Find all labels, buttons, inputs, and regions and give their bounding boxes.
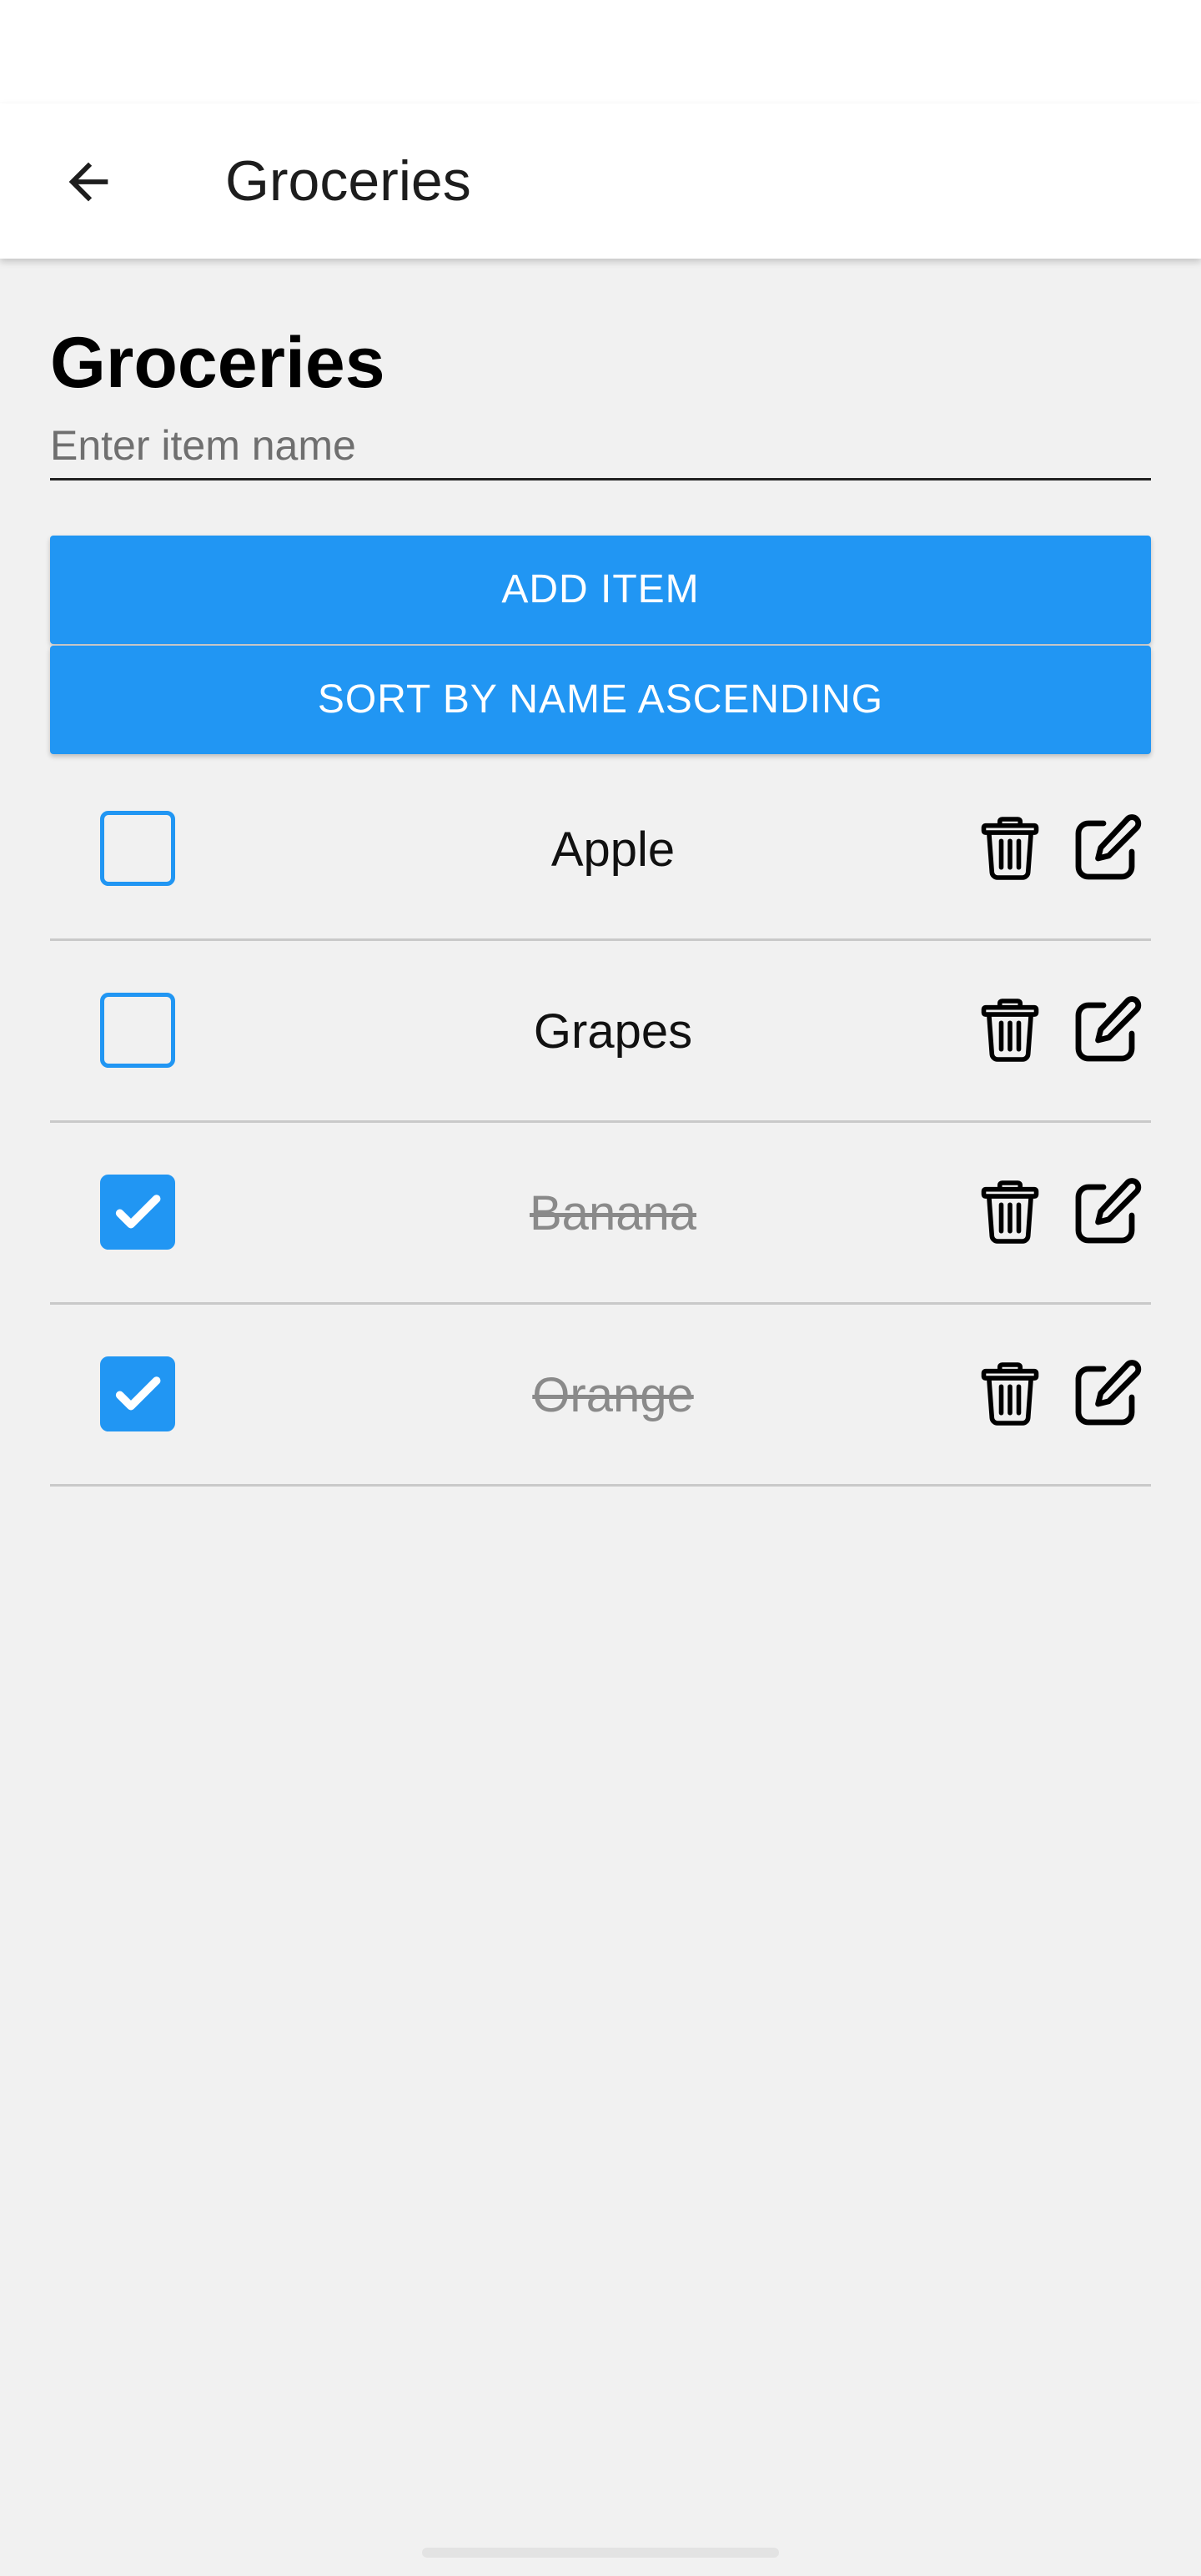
item-name: Apple xyxy=(550,823,676,877)
page-title: Groceries xyxy=(50,323,385,403)
item-checkbox[interactable] xyxy=(100,993,175,1068)
edit-icon xyxy=(1067,808,1147,888)
item-name: Orange xyxy=(532,1368,694,1422)
item-checkbox[interactable] xyxy=(100,1356,175,1431)
back-button[interactable] xyxy=(47,140,130,224)
trash-icon xyxy=(975,990,1045,1070)
app-bar: Groceries xyxy=(0,103,1201,259)
item-checkbox[interactable] xyxy=(100,1175,175,1250)
edit-icon xyxy=(1067,1172,1147,1252)
add-item-button[interactable]: ADD ITEM xyxy=(50,536,1151,644)
delete-item-button[interactable] xyxy=(966,1168,1054,1256)
delete-item-button[interactable] xyxy=(966,1350,1054,1438)
edit-item-button[interactable] xyxy=(1063,986,1151,1074)
item-name: Banana xyxy=(530,1186,696,1240)
list-item: Banana xyxy=(50,1123,1151,1305)
trash-icon xyxy=(975,1172,1045,1252)
trash-icon xyxy=(975,808,1045,888)
trash-icon xyxy=(975,1354,1045,1434)
edit-item-button[interactable] xyxy=(1063,1168,1151,1256)
edit-item-button[interactable] xyxy=(1063,1350,1151,1438)
checkmark-icon xyxy=(111,1367,164,1421)
edit-item-button[interactable] xyxy=(1063,804,1151,893)
sort-by-name-button[interactable]: SORT BY NAME ASCENDING xyxy=(50,646,1151,754)
delete-item-button[interactable] xyxy=(966,804,1054,893)
list-item: Apple xyxy=(50,759,1151,941)
grocery-list: Apple Grapes Banana Orange xyxy=(50,759,1151,1487)
status-bar xyxy=(0,0,1201,103)
list-item: Grapes xyxy=(50,941,1151,1123)
edit-icon xyxy=(1067,990,1147,1070)
item-name: Grapes xyxy=(533,1004,693,1059)
delete-item-button[interactable] xyxy=(966,986,1054,1074)
home-indicator xyxy=(422,2548,779,2558)
edit-icon xyxy=(1067,1354,1147,1434)
arrow-left-icon xyxy=(68,162,108,202)
app-bar-title: Groceries xyxy=(225,149,471,213)
item-name-input[interactable] xyxy=(50,412,1151,480)
item-checkbox[interactable] xyxy=(100,811,175,886)
checkmark-icon xyxy=(111,1185,164,1239)
list-item: Orange xyxy=(50,1305,1151,1487)
